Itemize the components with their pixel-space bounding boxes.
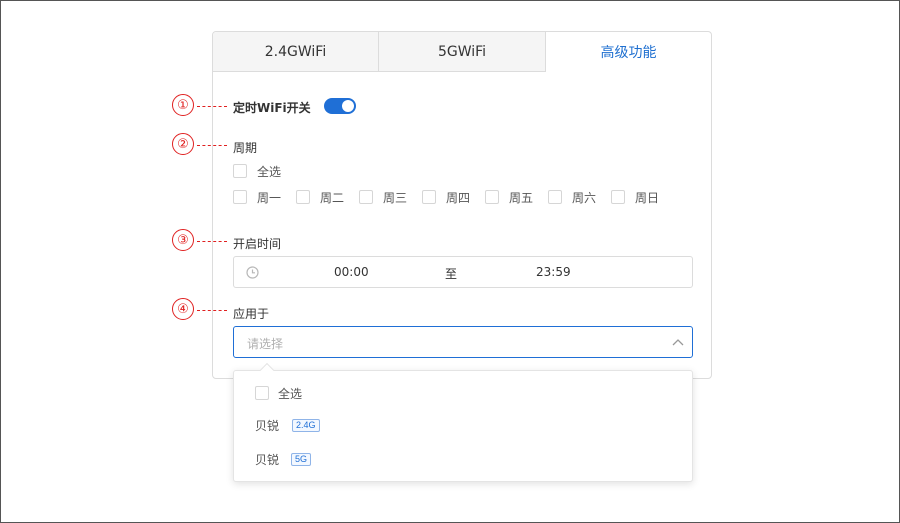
timer-switch-label: 定时WiFi开关: [233, 101, 311, 115]
marker-3: ③: [172, 229, 194, 251]
tab-5g-wifi[interactable]: 5GWiFi: [379, 32, 546, 72]
marker-1-line: [197, 106, 227, 107]
apply-to-label: 应用于: [233, 307, 270, 321]
apply-to-dropdown: 全选 贝锐 2.4G 贝锐 5G: [233, 362, 693, 482]
marker-2-line: [197, 145, 227, 146]
open-time-label: 开启时间: [233, 237, 282, 251]
day-checkbox-wed[interactable]: [359, 190, 373, 204]
day-checkbox-mon[interactable]: [233, 190, 247, 204]
dropdown-select-all-label[interactable]: 全选: [278, 385, 302, 402]
day-checkbox-sun[interactable]: [611, 190, 625, 204]
tab-bar: 2.4GWiFi 5GWiFi 高级功能: [213, 32, 711, 72]
day-checkbox-fri[interactable]: [485, 190, 499, 204]
apply-to-select[interactable]: 请选择: [233, 326, 693, 358]
time-separator: 至: [445, 267, 458, 281]
period-select-all-label: 全选: [257, 165, 282, 179]
timer-switch-toggle[interactable]: [324, 98, 356, 114]
day-label-fri: 周五: [509, 191, 534, 205]
tab-2-4g-wifi[interactable]: 2.4GWiFi: [213, 32, 379, 72]
chevron-up-icon[interactable]: [672, 338, 684, 346]
marker-1: ①: [172, 94, 194, 116]
day-label-mon: 周一: [257, 191, 282, 205]
marker-3-line: [197, 241, 227, 242]
day-label-thu: 周四: [446, 191, 471, 205]
period-label: 周期: [233, 141, 258, 155]
day-checkbox-thu[interactable]: [422, 190, 436, 204]
day-label-sat: 周六: [572, 191, 597, 205]
marker-4-line: [197, 310, 227, 311]
tab-advanced[interactable]: 高级功能: [546, 32, 711, 72]
day-label-wed: 周三: [383, 191, 408, 205]
band-tag-5g: 5G: [291, 453, 312, 466]
band-tag-2-4g: 2.4G: [292, 419, 320, 432]
dropdown-option-name[interactable]: 贝锐: [255, 417, 279, 434]
day-checkbox-sat[interactable]: [548, 190, 562, 204]
dropdown-option-name[interactable]: 贝锐: [255, 451, 279, 468]
day-checkbox-tue[interactable]: [296, 190, 310, 204]
day-label-sun: 周日: [635, 191, 660, 205]
marker-2: ②: [172, 133, 194, 155]
time-range-picker[interactable]: 00:00 至 23:59: [233, 256, 693, 288]
toggle-knob: [342, 100, 354, 112]
day-label-tue: 周二: [320, 191, 345, 205]
clock-icon: [246, 266, 259, 279]
apply-to-placeholder: 请选择: [247, 337, 284, 351]
marker-4: ④: [172, 298, 194, 320]
start-time[interactable]: 00:00: [334, 265, 369, 279]
dropdown-select-all-checkbox[interactable]: [255, 386, 269, 400]
end-time[interactable]: 23:59: [536, 265, 571, 279]
period-select-all-checkbox[interactable]: [233, 164, 247, 178]
